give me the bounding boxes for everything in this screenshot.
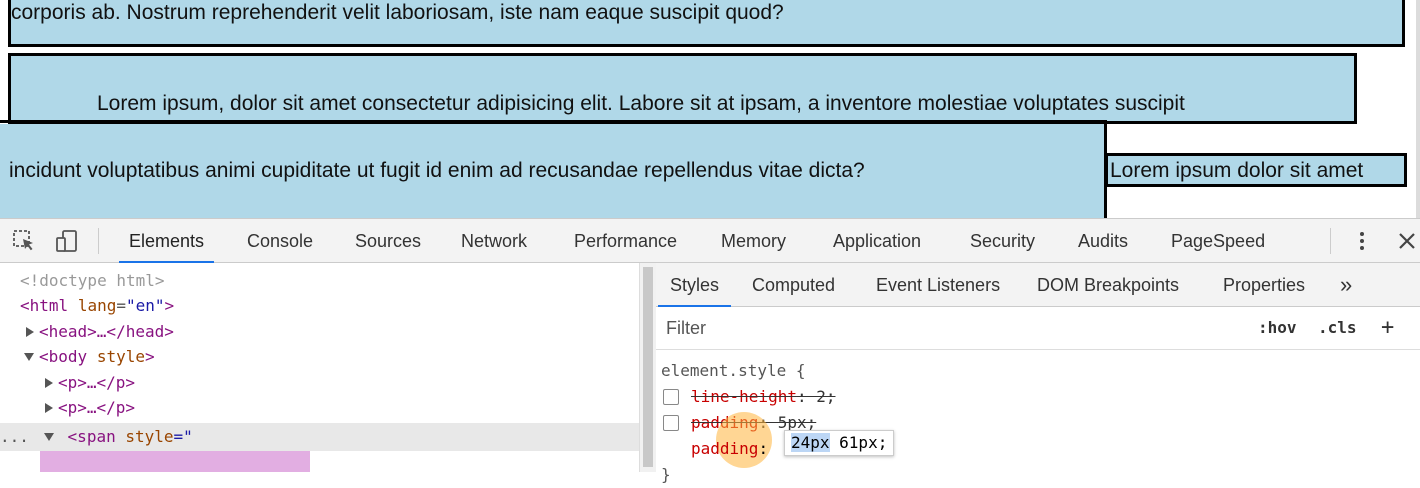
styles-sidebar: Styles Computed Event Listeners DOM Brea… [656, 263, 1420, 484]
node-actions-ellipsis[interactable]: ... [0, 427, 29, 446]
tab-styles[interactable]: Styles [657, 263, 732, 307]
decl-3-selected-value[interactable]: 24px [791, 433, 830, 452]
span-box-edge [1104, 186, 1107, 218]
tab-network[interactable]: Network [461, 219, 527, 262]
dom-html[interactable]: <html lang="en"> [20, 294, 174, 318]
decl-1-value[interactable]: : 2; [797, 387, 836, 406]
styles-filter-row: :hov .cls + [656, 307, 1420, 350]
html-attr-name: lang [77, 296, 117, 315]
p-tag: <p>…</p> [58, 398, 136, 417]
span-attr-value: =" [173, 427, 193, 446]
body-tag: <body [39, 347, 88, 366]
tab-dom-breakpoints[interactable]: DOM Breakpoints [1037, 263, 1179, 306]
styles-tabbar: Styles Computed Event Listeners DOM Brea… [656, 263, 1420, 307]
dom-doctype[interactable]: <!doctype html> [20, 269, 165, 293]
tab-memory[interactable]: Memory [721, 219, 786, 262]
decl-1-checkbox[interactable] [663, 389, 679, 405]
decl-3[interactable]: padding: [691, 436, 768, 462]
decl-1[interactable]: line-height: 2; [691, 384, 836, 410]
more-vertical-icon[interactable] [1350, 229, 1374, 253]
hover-state-toggle[interactable]: :hov [1258, 307, 1297, 349]
rule-close-brace: } [661, 465, 671, 484]
dom-span[interactable]: ... <span style=" [0, 425, 193, 449]
tab-performance[interactable]: Performance [574, 219, 677, 262]
inspect-element-icon[interactable] [12, 229, 36, 253]
p-tag: <p>…</p> [58, 373, 136, 392]
body-attr-name: style [96, 347, 145, 366]
node-hover-highlight [40, 451, 310, 472]
html-attr-value: "en" [125, 296, 165, 315]
html-tag: <html [20, 296, 69, 315]
tabbar-separator-right [1330, 228, 1331, 254]
span-tag: <span [67, 427, 116, 446]
close-icon[interactable] [1395, 229, 1419, 253]
elements-scrollbar[interactable] [639, 263, 657, 472]
tabbar-separator [98, 228, 99, 254]
dom-p-2[interactable]: <p>…</p> [45, 396, 135, 420]
expand-triangle-icon[interactable] [26, 327, 34, 337]
span-text: Lorem ipsum dolor sit amet [1110, 159, 1364, 182]
new-style-rule-icon[interactable]: + [1381, 307, 1394, 349]
decl-3-value-editor[interactable]: 24px 61px; [784, 430, 895, 456]
dom-body[interactable]: <body style> [24, 345, 155, 369]
tab-console[interactable]: Console [247, 219, 313, 262]
elements-tree: <!doctype html> <html lang="en"> <head>…… [0, 263, 639, 472]
html-tag-close: > [164, 296, 175, 315]
devtools-panel: Elements Console Sources Network Perform… [0, 218, 1420, 484]
paragraph-2-line-2: incidunt voluptatibus animi cupiditate u… [9, 159, 865, 182]
tab-audits[interactable]: Audits [1078, 219, 1128, 262]
styles-rules: element.style { line-height: 2; padding:… [656, 350, 1420, 484]
body-tag-close: > [144, 347, 155, 366]
tab-application[interactable]: Application [833, 219, 921, 262]
head-tag: <head>…</head> [39, 322, 174, 341]
doctype-text: <!doctype html> [20, 271, 165, 290]
dom-p-1[interactable]: <p>…</p> [45, 371, 135, 395]
styles-filter-input[interactable] [660, 313, 1252, 343]
tab-properties[interactable]: Properties [1223, 263, 1305, 306]
decl-3-property[interactable]: padding [691, 439, 758, 458]
decl-1-property[interactable]: line-height [691, 387, 797, 406]
page-viewport: corporis ab. Nostrum reprehenderit velit… [0, 0, 1420, 218]
paragraph-1-text: corporis ab. Nostrum reprehenderit velit… [11, 1, 784, 24]
span-attr-name: style [125, 427, 174, 446]
decl-3-colon: : [758, 439, 769, 458]
collapse-triangle-icon[interactable] [44, 433, 54, 441]
tab-computed[interactable]: Computed [752, 263, 835, 306]
devtools-tabbar: Elements Console Sources Network Perform… [0, 219, 1420, 263]
class-toggle[interactable]: .cls [1318, 307, 1357, 349]
rule-selector[interactable]: element.style { [661, 358, 806, 384]
expand-triangle-icon[interactable] [45, 378, 53, 388]
tab-event-listeners[interactable]: Event Listeners [876, 263, 1000, 306]
dom-head[interactable]: <head>…</head> [26, 320, 174, 344]
tab-pagespeed[interactable]: PageSpeed [1171, 219, 1265, 262]
device-toolbar-icon[interactable] [55, 229, 79, 253]
elements-scrollbar-thumb[interactable] [643, 267, 653, 467]
tab-sources[interactable]: Sources [355, 219, 421, 262]
expand-triangle-icon[interactable] [45, 403, 53, 413]
tab-security[interactable]: Security [970, 219, 1035, 262]
tab-elements[interactable]: Elements [118, 219, 215, 263]
collapse-triangle-icon[interactable] [24, 353, 34, 361]
more-tabs-chevron-icon[interactable]: » [1340, 263, 1352, 306]
decl-3-rest-value[interactable]: 61px; [830, 433, 887, 452]
decl-2-checkbox[interactable] [663, 415, 679, 431]
page-scrollbar[interactable] [1416, 0, 1420, 218]
paragraph-2-line-1: Lorem ipsum, dolor sit amet consectetur … [97, 92, 1185, 115]
